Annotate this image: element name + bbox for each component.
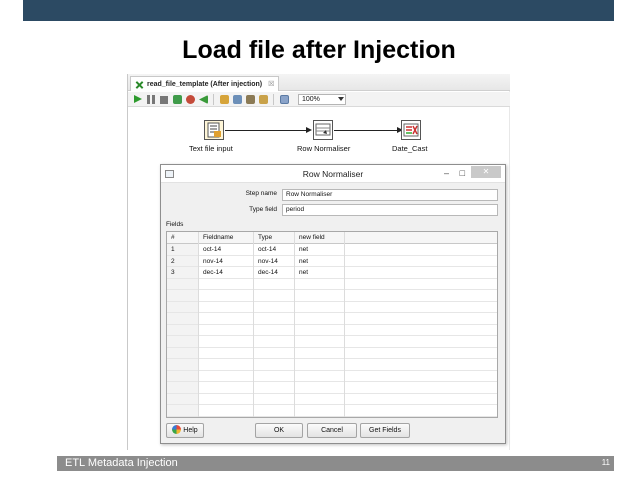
table-row-empty[interactable] [167,279,497,290]
editor-tab-bar: read_file_template (After injection) ☒ [128,74,510,91]
sql-icon[interactable] [246,95,255,104]
hop-arrow-icon [306,127,312,133]
help-button[interactable]: Help [166,423,204,438]
help-icon [172,425,182,434]
table-cell[interactable]: net [295,244,308,256]
impact-icon[interactable] [233,95,242,104]
table-row[interactable]: 2 nov-14 nov-14 net [167,256,497,268]
table-cell[interactable]: oct-14 [199,244,221,256]
table-row-empty[interactable] [167,405,497,417]
transformation-icon [135,80,144,89]
chevron-down-icon[interactable] [338,97,344,101]
column-header[interactable]: new field [295,232,325,244]
step-label-date-cast: Date_Cast [392,144,428,153]
text-file-input-icon [207,122,221,138]
table-cell[interactable]: dec-14 [254,267,278,279]
table-row[interactable]: 1 oct-14 oct-14 net [167,244,497,256]
table-cell[interactable]: nov-14 [199,256,223,268]
step-name-label: Step name [245,190,277,197]
maximize-button[interactable]: □ [460,167,465,179]
table-row-empty[interactable] [167,348,497,359]
preview-icon[interactable] [173,95,182,104]
table-cell[interactable]: net [295,267,308,279]
column-header[interactable]: # [167,232,175,244]
slide-top-bar [23,0,614,21]
step-date-cast[interactable] [401,120,421,140]
editor-tab[interactable]: read_file_template (After injection) ☒ [130,76,280,91]
tab-close-icon[interactable]: ☒ [268,80,274,88]
verify-icon[interactable] [220,95,229,104]
fields-table[interactable]: # ^ Fieldname Type new field 1 oct-14 oc… [166,231,498,418]
row-normaliser-dialog: Row Normaliser – □ ✕ Step name Row Norma… [160,164,506,444]
page-number: 11 [601,458,610,467]
editor-toolbar: 100% [128,92,510,107]
ok-button[interactable]: OK [255,423,303,438]
hop-line [334,130,400,131]
explore-db-icon[interactable] [259,95,268,104]
type-field-input[interactable]: period [282,204,498,216]
table-cell[interactable]: nov-14 [254,256,278,268]
step-name-input[interactable]: Row Normaliser [282,189,498,201]
type-field-label: Type field [249,206,277,213]
debug-icon[interactable] [186,95,195,104]
table-row-empty[interactable] [167,290,497,302]
row-normaliser-icon [315,123,331,136]
step-label-text-file-input: Text file input [189,144,233,153]
table-cell[interactable]: net [295,256,308,268]
footer-text: ETL Metadata Injection [65,457,178,469]
pause-icon[interactable] [147,95,155,104]
table-row-empty[interactable] [167,371,497,382]
get-fields-button[interactable]: Get Fields [360,423,410,438]
slide-footer: ETL Metadata Injection 11 [57,456,614,471]
select-values-icon [403,123,419,137]
dialog-title: Row Normaliser [302,169,364,179]
step-row-normaliser[interactable] [313,120,333,140]
table-row-empty[interactable] [167,359,497,371]
stop-icon[interactable] [160,95,168,104]
editor-tab-label: read_file_template (After injection) [147,80,263,88]
table-row-empty[interactable] [167,313,497,325]
show-results-icon[interactable] [280,95,289,104]
table-row[interactable]: 3 dec-14 dec-14 net [167,267,497,279]
sort-caret-icon: ^ [182,231,185,236]
help-button-label: Help [183,427,198,434]
table-cell: 2 [171,257,175,265]
step-text-file-input[interactable] [204,120,224,140]
table-cell: 1 [171,246,175,253]
table-row-empty[interactable] [167,325,497,336]
table-header: # ^ Fieldname Type new field [167,231,497,244]
table-row-empty[interactable] [167,382,497,394]
slide-title: Load file after Injection [182,36,456,64]
step-label-row-normaliser: Row Normaliser [297,144,351,153]
table-cell: 3 [171,269,175,276]
cancel-button[interactable]: Cancel [307,423,357,438]
table-row-empty[interactable] [167,302,497,313]
run-icon[interactable] [134,95,142,103]
table-cell[interactable]: oct-14 [254,244,276,256]
column-header[interactable]: Fieldname [199,232,233,244]
close-button[interactable]: ✕ [471,166,501,178]
dialog-titlebar: Row Normaliser – □ ✕ [161,165,505,183]
table-row-empty[interactable] [167,394,497,405]
column-header[interactable]: Type [254,232,272,244]
fields-label: Fields [166,221,184,228]
table-cell[interactable]: dec-14 [199,267,223,279]
minimize-button[interactable]: – [444,167,449,179]
hop-line [225,130,309,131]
replay-icon[interactable] [199,95,208,104]
table-row-empty[interactable] [167,336,497,348]
